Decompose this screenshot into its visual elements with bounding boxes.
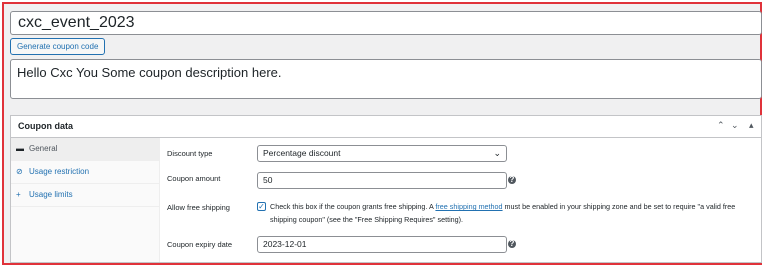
move-down-icon[interactable]: ⌄ — [731, 120, 739, 131]
free-shipping-description: Check this box if the coupon grants free… — [270, 200, 750, 226]
coupon-tabs: ▬ General ⊘ Usage restriction + Usage li… — [11, 138, 160, 262]
collapse-toggle-icon[interactable]: ▴ — [749, 120, 754, 131]
free-shipping-text-before: Check this box if the coupon grants free… — [270, 202, 436, 211]
coupon-code-input[interactable]: cxc_event_2023 — [10, 11, 762, 35]
tab-usage-restriction[interactable]: ⊘ Usage restriction — [11, 161, 159, 184]
tab-usage-limits[interactable]: + Usage limits — [11, 184, 159, 207]
tab-label: Usage limits — [29, 190, 73, 199]
panel-title: Coupon data — [18, 121, 73, 131]
ticket-icon: ▬ — [16, 144, 24, 153]
move-up-icon[interactable]: ⌃ — [717, 120, 725, 131]
discount-type-select[interactable]: Percentage discount ⌄ — [257, 145, 507, 162]
help-icon[interactable]: ? — [508, 176, 516, 184]
free-shipping-method-link[interactable]: free shipping method — [435, 202, 502, 211]
tab-general[interactable]: ▬ General — [11, 138, 159, 161]
expiry-date-input[interactable]: 2023-12-01 — [257, 236, 507, 253]
expiry-date-label: Coupon expiry date — [167, 240, 233, 249]
discount-type-value: Percentage discount — [263, 148, 341, 158]
ban-icon: ⊘ — [16, 167, 23, 176]
highlight-frame: cxc_event_2023 Generate coupon code Hell… — [2, 2, 762, 265]
tab-label: Usage restriction — [29, 167, 90, 176]
free-shipping-label: Allow free shipping — [167, 203, 230, 212]
generate-coupon-code-button[interactable]: Generate coupon code — [10, 38, 106, 55]
discount-type-label: Discount type — [167, 149, 213, 158]
plus-cross-icon: + — [16, 190, 21, 199]
help-icon[interactable]: ? — [508, 240, 516, 248]
tab-label: General — [29, 144, 58, 153]
panel-header: Coupon data ⌃ ⌄ ▴ — [11, 116, 761, 138]
free-shipping-checkbox[interactable]: ✓ — [257, 202, 266, 211]
coupon-amount-input[interactable]: 50 — [257, 172, 507, 189]
coupon-description-textarea[interactable]: Hello Cxc You Some coupon description he… — [10, 59, 762, 99]
coupon-amount-label: Coupon amount — [167, 174, 221, 183]
chevron-down-icon: ⌄ — [493, 148, 501, 158]
coupon-data-panel: Coupon data ⌃ ⌄ ▴ ▬ General ⊘ Usage rest… — [10, 115, 762, 263]
